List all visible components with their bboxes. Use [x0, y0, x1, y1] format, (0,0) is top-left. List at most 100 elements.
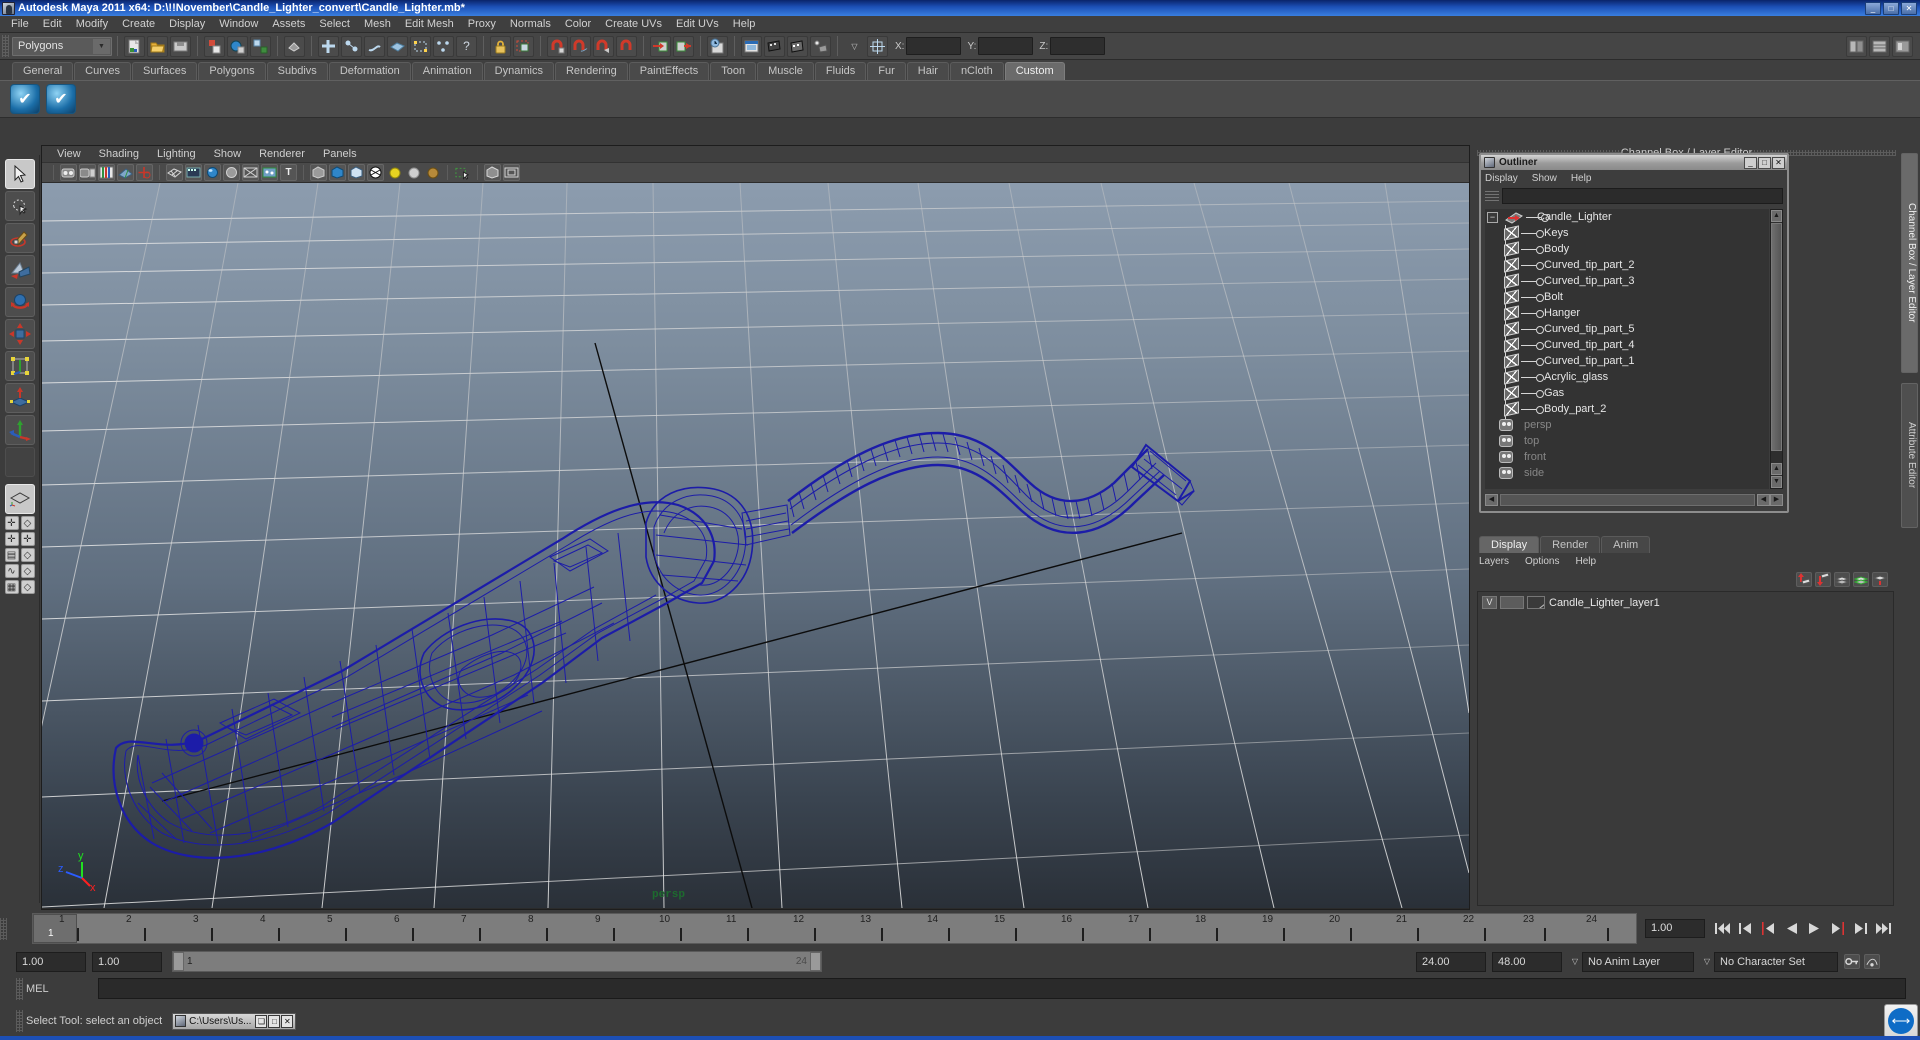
- output-connections-icon[interactable]: [673, 35, 694, 57]
- select-vertices-icon[interactable]: [433, 35, 454, 57]
- outliner-item-hanger[interactable]: Hanger: [1485, 305, 1769, 321]
- maximize-button[interactable]: □: [1883, 1, 1899, 15]
- use-all-lights-icon[interactable]: [405, 164, 422, 181]
- redo-icon[interactable]: [227, 35, 248, 57]
- outliner-item-persp[interactable]: persp: [1485, 417, 1769, 433]
- ipr-render-icon[interactable]: [787, 35, 808, 57]
- play-backwards-button[interactable]: [1782, 919, 1801, 938]
- render-current-frame-icon[interactable]: [764, 35, 785, 57]
- anim-layer-selector[interactable]: No Anim Layer: [1582, 951, 1694, 972]
- shelf-tab-surfaces[interactable]: Surfaces: [131, 62, 198, 80]
- hypershade-persp-layout[interactable]: ▦: [4, 580, 19, 594]
- custom-shelf-button-1[interactable]: ✔: [10, 84, 40, 114]
- outliner-titlebar[interactable]: Outliner _ □ ✕: [1481, 155, 1787, 170]
- outliner-scroll-thumb[interactable]: [1771, 223, 1782, 451]
- show-manipulator-icon[interactable]: [867, 35, 888, 57]
- persp-outliner-layout[interactable]: ◇: [20, 516, 35, 530]
- outliner-item-front[interactable]: front: [1485, 449, 1769, 465]
- tab-anim[interactable]: Anim: [1601, 536, 1651, 553]
- step-back-key-button[interactable]: [1759, 919, 1778, 938]
- menu-edit-uvs[interactable]: Edit UVs: [669, 16, 726, 33]
- wireframe-on-shaded-icon[interactable]: [367, 164, 384, 181]
- outliner-menu-show[interactable]: Show: [1532, 173, 1565, 184]
- new-layer-icon[interactable]: [1834, 571, 1850, 587]
- input-connections-icon[interactable]: [650, 35, 671, 57]
- outliner-item-top[interactable]: top: [1485, 433, 1769, 449]
- help-line-grip[interactable]: [16, 1010, 23, 1032]
- taskbar-restore-button[interactable]: ❏: [255, 1014, 268, 1028]
- layer-visibility-toggle[interactable]: V: [1482, 596, 1497, 609]
- bookmarks-icon[interactable]: [98, 164, 115, 181]
- select-faces-icon[interactable]: [387, 35, 408, 57]
- outliner-minimize-button[interactable]: _: [1744, 156, 1757, 169]
- hardware-light-icon[interactable]: [424, 164, 441, 181]
- taskbar-console-button[interactable]: C:\Users\Us... ❏ □ ✕: [172, 1012, 297, 1030]
- tab-display[interactable]: Display: [1479, 536, 1540, 553]
- select-uvs-icon[interactable]: [410, 35, 431, 57]
- isolate-select-icon[interactable]: [454, 164, 471, 181]
- range-start-handle[interactable]: [173, 952, 184, 971]
- snap-to-view-plane-icon[interactable]: [616, 35, 637, 57]
- command-line-input[interactable]: [98, 978, 1906, 999]
- construction-history-icon[interactable]: [707, 35, 728, 57]
- viewport-menu-renderer[interactable]: Renderer: [250, 148, 314, 160]
- outliner-item-side[interactable]: side: [1485, 465, 1769, 481]
- outliner-menu-help[interactable]: Help: [1571, 173, 1600, 184]
- save-scene-icon[interactable]: [170, 35, 191, 57]
- outliner-item-curved-tip-part-1[interactable]: Curved_tip_part_1: [1485, 353, 1769, 369]
- outliner-hscroll-thumb[interactable]: [1500, 494, 1755, 506]
- chevron-down-icon[interactable]: ▽: [1700, 952, 1714, 972]
- use-default-light-icon[interactable]: [386, 164, 403, 181]
- outliner-item-curved-tip-part-4[interactable]: Curved_tip_part_4: [1485, 337, 1769, 353]
- outliner-item-bolt[interactable]: Bolt: [1485, 289, 1769, 305]
- scroll-left-icon[interactable]: ◀: [1757, 494, 1770, 506]
- layer-options-icon[interactable]: [1872, 571, 1888, 587]
- minimize-button[interactable]: _: [1865, 1, 1881, 15]
- menu-display[interactable]: Display: [162, 16, 212, 33]
- viewport-3d-scene[interactable]: y z x persp: [42, 183, 1469, 908]
- wireframe-icon[interactable]: [166, 164, 183, 181]
- show-channel-box-icon[interactable]: [1846, 35, 1867, 57]
- animation-preferences-icon[interactable]: [1864, 954, 1880, 969]
- layer-menu-help[interactable]: Help: [1575, 556, 1596, 567]
- taskbar-maximize-button[interactable]: □: [268, 1014, 281, 1028]
- menu-assets[interactable]: Assets: [265, 16, 312, 33]
- menu-edit-mesh[interactable]: Edit Mesh: [398, 16, 461, 33]
- shelf-tab-deformation[interactable]: Deformation: [328, 62, 411, 80]
- camera-attributes-icon[interactable]: [79, 164, 96, 181]
- shelf-tab-rendering[interactable]: Rendering: [554, 62, 628, 80]
- chevron-down-icon[interactable]: ▽: [1568, 952, 1582, 972]
- viewport-menu-view[interactable]: View: [48, 148, 90, 160]
- shelf-tab-custom[interactable]: Custom: [1004, 62, 1065, 80]
- outliner-item-curved-tip-part-3[interactable]: Curved_tip_part_3: [1485, 273, 1769, 289]
- select-points-icon[interactable]: [341, 35, 362, 57]
- shelf-tab-toon[interactable]: Toon: [710, 62, 757, 80]
- component-mask-icon[interactable]: [284, 35, 305, 57]
- animation-start-time-field[interactable]: 1.00: [16, 951, 86, 972]
- time-slider[interactable]: 1 1 2 3 4 5 6 7 8 9 10 11 12 13 14 15 16…: [32, 913, 1637, 944]
- menu-mesh[interactable]: Mesh: [357, 16, 398, 33]
- menu-help[interactable]: Help: [726, 16, 763, 33]
- show-attribute-editor-icon[interactable]: [1869, 35, 1890, 57]
- shadows-icon[interactable]: [310, 164, 327, 181]
- menu-file[interactable]: File: [4, 16, 36, 33]
- step-forward-frame-button[interactable]: [1851, 919, 1870, 938]
- outliner-vertical-scrollbar[interactable]: ▲ ▲ ▼: [1770, 209, 1783, 489]
- shelf-tab-painteffects[interactable]: PaintEffects: [628, 62, 710, 80]
- universal-manipulator-tool[interactable]: [4, 351, 35, 381]
- hardware-texturing-icon[interactable]: [329, 164, 346, 181]
- rotate-tool[interactable]: [4, 287, 35, 317]
- grid-toggle-icon[interactable]: [503, 164, 520, 181]
- viewport-menu-lighting[interactable]: Lighting: [148, 148, 205, 160]
- select-mask-help-icon[interactable]: ?: [456, 35, 477, 57]
- coord-y-field[interactable]: [978, 37, 1034, 55]
- highlight-selected-icon[interactable]: [513, 35, 534, 57]
- taskbar-close-button[interactable]: ✕: [281, 1014, 294, 1028]
- outliner-item-curved-tip-part-5[interactable]: Curved_tip_part_5: [1485, 321, 1769, 337]
- two-pane-layout[interactable]: ✛: [4, 532, 19, 546]
- layer-menu-options[interactable]: Options: [1525, 556, 1559, 567]
- viewport-menu-show[interactable]: Show: [205, 148, 251, 160]
- layer-menu-layers[interactable]: Layers: [1479, 556, 1509, 567]
- outliner-item-keys[interactable]: Keys: [1485, 225, 1769, 241]
- persp-graph-editor-layout[interactable]: ∿: [4, 564, 19, 578]
